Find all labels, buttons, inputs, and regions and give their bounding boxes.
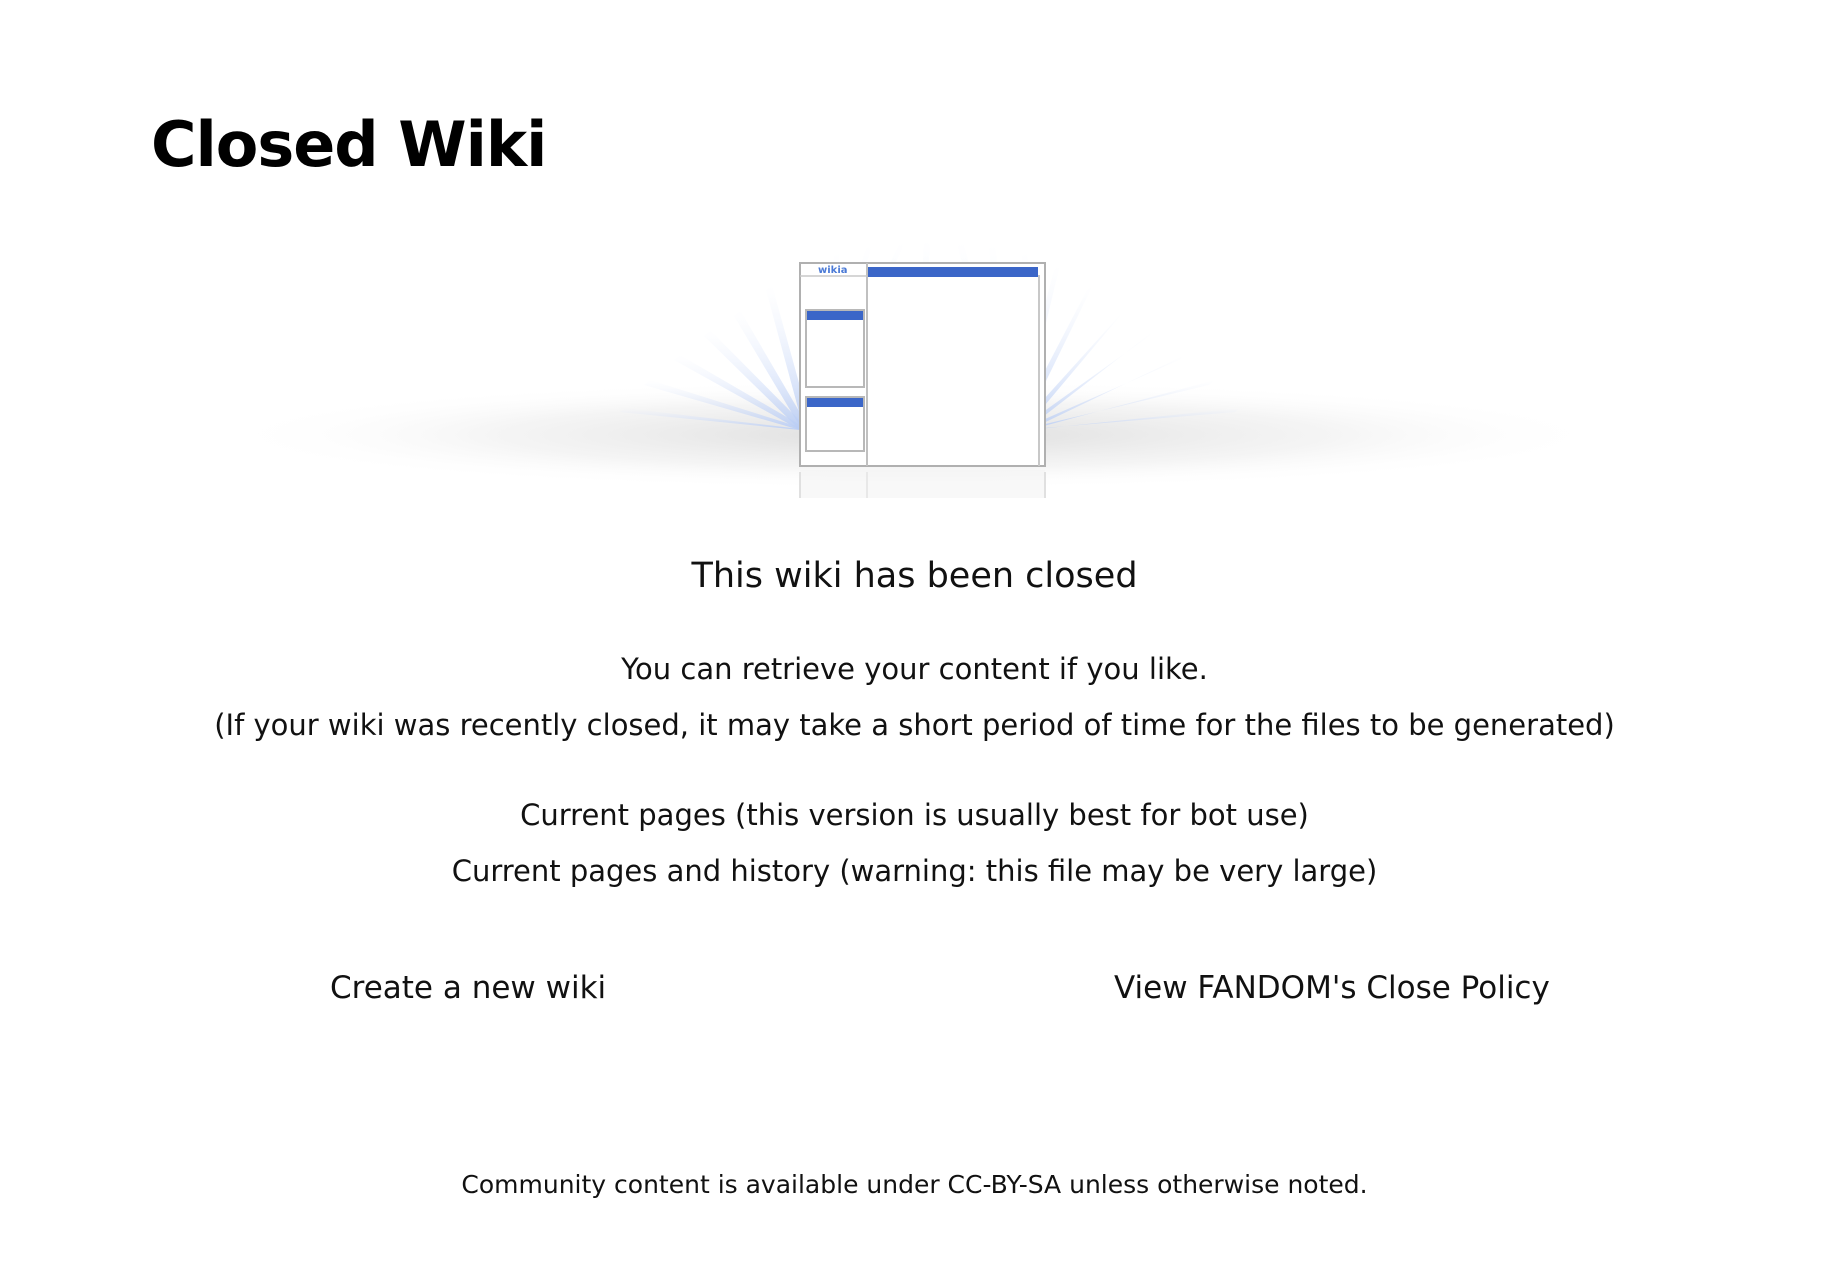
current-pages-download-link[interactable]: Current pages (this version is usually b…: [520, 798, 1309, 832]
closed-heading: This wiki has been closed: [691, 556, 1138, 596]
pages-and-history-download-link[interactable]: Current pages and history (warning: this…: [452, 854, 1378, 888]
retrieve-content-text: You can retrieve your content if you lik…: [621, 652, 1208, 686]
closed-wiki-illustration: wikia: [200, 230, 1629, 530]
wikia-logo: wikia: [818, 265, 848, 276]
close-policy-link[interactable]: View FANDOM's Close Policy: [1114, 970, 1550, 1006]
wiki-window-icon: wikia: [214, 240, 1614, 498]
page-title: Closed Wiki: [151, 108, 547, 181]
create-new-wiki-link[interactable]: Create a new wiki: [330, 970, 606, 1006]
generation-note-text: (If your wiki was recently closed, it ma…: [214, 708, 1615, 742]
history-container: Current pages and history (warning: this…: [0, 854, 1829, 888]
license-footer: Community content is available under CC-…: [461, 1170, 1368, 1199]
current-pages-container: Current pages (this version is usually b…: [0, 798, 1829, 832]
